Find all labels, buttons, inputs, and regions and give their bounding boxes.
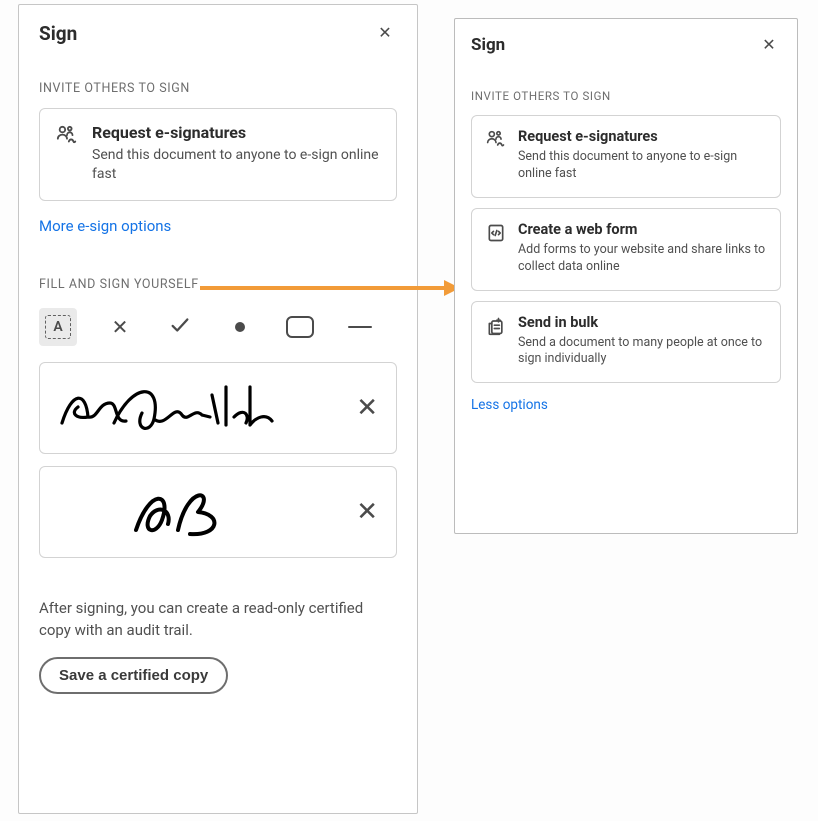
panel-title: Sign	[39, 22, 77, 45]
card-request-signatures[interactable]: Request e-signatures Send this document …	[39, 108, 397, 201]
line-icon	[348, 326, 372, 329]
check-icon	[169, 314, 191, 340]
delete-initials-button[interactable]: ✕	[352, 496, 382, 527]
sign-panel-collapsed: Sign ✕ INVITE OTHERS TO SIGN Request e-s…	[18, 4, 418, 814]
fill-tools-row: A ✕	[39, 304, 397, 350]
tool-add-text[interactable]: A	[39, 308, 77, 346]
people-sign-icon	[486, 130, 506, 150]
section-label-invite: INVITE OTHERS TO SIGN	[39, 81, 397, 96]
close-icon: ✕	[356, 496, 378, 526]
card-title: Create a web form	[518, 221, 766, 238]
card-description: Send this document to anyone to e-sign o…	[92, 146, 380, 184]
signature-preview[interactable]: ✕	[39, 362, 397, 454]
send-bulk-icon	[486, 316, 506, 336]
card-title: Request e-signatures	[92, 123, 380, 142]
close-icon: ✕	[762, 35, 775, 55]
close-button[interactable]: ✕	[373, 21, 397, 45]
panel-title: Sign	[471, 35, 505, 55]
more-esign-options-link[interactable]: More e-sign options	[39, 217, 171, 235]
close-icon: ✕	[378, 23, 391, 43]
close-button[interactable]: ✕	[757, 33, 781, 57]
card-title: Request e-signatures	[518, 128, 766, 145]
tool-add-circle[interactable]	[283, 310, 317, 344]
initials-preview[interactable]: ✕	[39, 466, 397, 558]
card-create-web-form[interactable]: Create a web form Add forms to your webs…	[471, 208, 781, 291]
rounded-rect-icon	[286, 316, 314, 338]
delete-signature-button[interactable]: ✕	[352, 392, 382, 423]
dot-icon	[235, 322, 245, 332]
tool-add-check[interactable]	[163, 310, 197, 344]
card-description: Send a document to many people at once t…	[518, 335, 766, 369]
card-body: Create a web form Add forms to your webs…	[518, 221, 766, 276]
sign-panel-expanded: Sign ✕ INVITE OTHERS TO SIGN Request e-s…	[454, 18, 798, 534]
section-label-invite: INVITE OTHERS TO SIGN	[471, 89, 781, 103]
close-icon: ✕	[356, 392, 378, 422]
web-form-icon	[486, 223, 506, 243]
tool-add-cross[interactable]: ✕	[103, 310, 137, 344]
people-sign-icon	[56, 125, 78, 147]
tool-add-dot[interactable]	[223, 310, 257, 344]
card-title: Send in bulk	[518, 314, 766, 331]
card-body: Send in bulk Send a document to many peo…	[518, 314, 766, 369]
card-request-signatures[interactable]: Request e-signatures Send this document …	[471, 115, 781, 198]
section-label-fill: FILL AND SIGN YOURSELF	[39, 277, 397, 292]
card-body: Request e-signatures Send this document …	[518, 128, 766, 183]
card-send-in-bulk[interactable]: Send in bulk Send a document to many peo…	[471, 301, 781, 384]
panel-header: Sign ✕	[39, 21, 397, 45]
signature-image	[54, 373, 284, 443]
card-body: Request e-signatures Send this document …	[92, 123, 380, 184]
panel-header: Sign ✕	[471, 33, 781, 57]
certified-copy-hint: After signing, you can create a read-onl…	[39, 598, 397, 642]
tool-add-line[interactable]	[343, 310, 377, 344]
cross-icon: ✕	[112, 315, 129, 339]
save-certified-copy-button[interactable]: Save a certified copy	[39, 657, 228, 694]
less-options-link[interactable]: Less options	[471, 397, 548, 413]
card-description: Send this document to anyone to e-sign o…	[518, 149, 766, 183]
text-box-icon: A	[45, 315, 71, 339]
initials-image	[54, 480, 234, 544]
card-description: Add forms to your website and share link…	[518, 242, 766, 276]
